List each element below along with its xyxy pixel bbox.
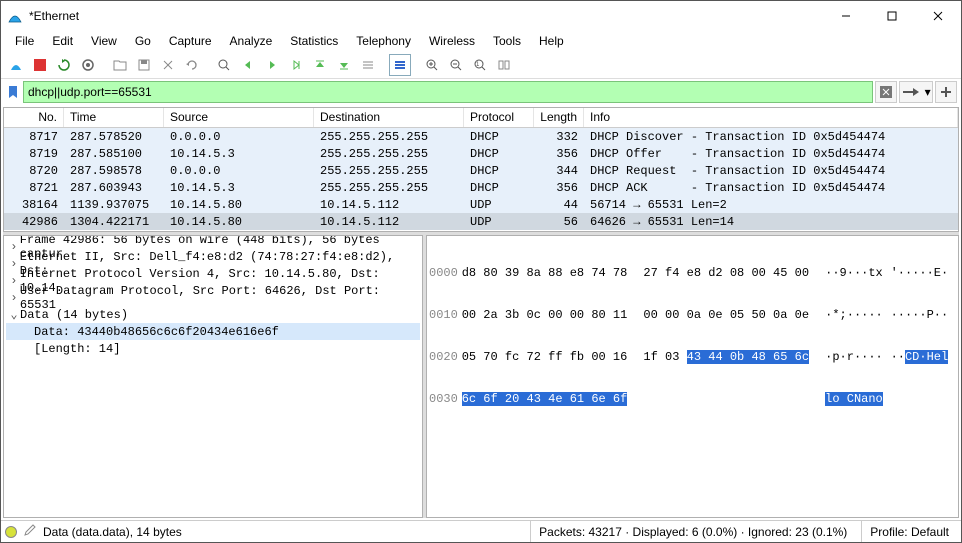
tree-data-length[interactable]: [Length: 14] [6,340,420,357]
col-length[interactable]: Length [534,108,584,127]
filter-bar: ▾ [1,79,961,105]
stop-capture-button[interactable] [29,54,51,76]
col-time[interactable]: Time [64,108,164,127]
close-file-button[interactable] [157,54,179,76]
status-packets: Packets: 43217 · Displayed: 6 (0.0%) · I… [530,521,855,542]
go-back-button[interactable] [237,54,259,76]
packet-row[interactable]: 8721287.60394310.14.5.3255.255.255.255DH… [4,179,958,196]
col-no[interactable]: No. [4,108,64,127]
hex-line-3[interactable]: 00306c 6f 20 43 4e 61 6e 6flo CNano [429,392,956,406]
go-forward-button[interactable] [261,54,283,76]
menu-help[interactable]: Help [531,32,572,50]
menubar: File Edit View Go Capture Analyze Statis… [1,31,961,51]
col-info[interactable]: Info [584,108,958,127]
expert-info-led[interactable] [5,526,17,538]
find-packet-button[interactable] [213,54,235,76]
col-destination[interactable]: Destination [314,108,464,127]
packet-row[interactable]: 8719287.58510010.14.5.3255.255.255.255DH… [4,145,958,162]
packet-row[interactable]: 429861304.42217110.14.5.8010.14.5.112UDP… [4,213,958,230]
packet-list-body: 8717287.5785200.0.0.0255.255.255.255DHCP… [4,128,958,230]
packet-list-header: No. Time Source Destination Protocol Len… [4,108,958,128]
packet-list[interactable]: No. Time Source Destination Protocol Len… [3,107,959,232]
save-file-button[interactable] [133,54,155,76]
col-protocol[interactable]: Protocol [464,108,534,127]
app-window: *Ethernet File Edit View Go Capture Anal… [0,0,962,543]
goto-packet-button[interactable] [285,54,307,76]
hex-line-0[interactable]: 0000d8 80 39 8a 88 e8 74 7827 f4 e8 d2 0… [429,266,956,280]
menu-analyze[interactable]: Analyze [222,32,281,50]
start-capture-button[interactable] [5,54,27,76]
menu-tools[interactable]: Tools [485,32,529,50]
minimize-button[interactable] [823,1,869,31]
hex-line-2[interactable]: 002005 70 fc 72 ff fb 00 161f 03 43 44 0… [429,350,956,364]
menu-edit[interactable]: Edit [44,32,81,50]
svg-text:1: 1 [476,62,480,68]
auto-scroll-button[interactable] [357,54,379,76]
app-icon [7,8,23,24]
close-button[interactable] [915,1,961,31]
packet-details-pane[interactable]: ›Frame 42986: 56 bytes on wire (448 bits… [3,235,423,518]
resize-columns-button[interactable] [493,54,515,76]
status-field: Data (data.data), 14 bytes [43,525,182,539]
window-title: *Ethernet [29,9,823,23]
toolbar: 1 [1,51,961,79]
clear-filter-button[interactable] [875,81,897,103]
statusbar: Data (data.data), 14 bytes Packets: 4321… [1,520,961,542]
colorize-button[interactable] [389,54,411,76]
packet-row[interactable]: 381641139.93707510.14.5.8010.14.5.112UDP… [4,196,958,213]
restart-capture-button[interactable] [53,54,75,76]
open-file-button[interactable] [109,54,131,76]
bookmark-icon[interactable] [5,84,21,100]
status-profile[interactable]: Profile: Default [861,521,957,542]
zoom-in-button[interactable] [421,54,443,76]
packet-row[interactable]: 8720287.5985780.0.0.0255.255.255.255DHCP… [4,162,958,179]
maximize-button[interactable] [869,1,915,31]
apply-filter-button[interactable]: ▾ [899,81,933,103]
menu-view[interactable]: View [83,32,125,50]
zoom-reset-button[interactable]: 1 [469,54,491,76]
menu-telephony[interactable]: Telephony [348,32,419,50]
zoom-out-button[interactable] [445,54,467,76]
edit-icon[interactable] [23,523,37,540]
window-buttons [823,1,961,31]
titlebar: *Ethernet [1,1,961,31]
menu-go[interactable]: Go [127,32,159,50]
menu-wireless[interactable]: Wireless [421,32,483,50]
tree-udp[interactable]: ›User Datagram Protocol, Src Port: 64626… [6,289,420,306]
goto-first-button[interactable] [309,54,331,76]
goto-last-button[interactable] [333,54,355,76]
menu-statistics[interactable]: Statistics [282,32,346,50]
bottom-panes: ›Frame 42986: 56 bytes on wire (448 bits… [3,235,959,518]
add-filter-button[interactable] [935,81,957,103]
col-source[interactable]: Source [164,108,314,127]
tree-data-payload[interactable]: Data: 43440b48656c6c6f20434e616e6f [6,323,420,340]
packet-bytes-pane[interactable]: 0000d8 80 39 8a 88 e8 74 7827 f4 e8 d2 0… [426,235,959,518]
reload-file-button[interactable] [181,54,203,76]
capture-options-button[interactable] [77,54,99,76]
menu-file[interactable]: File [7,32,42,50]
packet-row[interactable]: 8717287.5785200.0.0.0255.255.255.255DHCP… [4,128,958,145]
menu-capture[interactable]: Capture [161,32,220,50]
display-filter-input[interactable] [23,81,873,103]
hex-line-1[interactable]: 001000 2a 3b 0c 00 00 80 1100 00 0a 0e 0… [429,308,956,322]
